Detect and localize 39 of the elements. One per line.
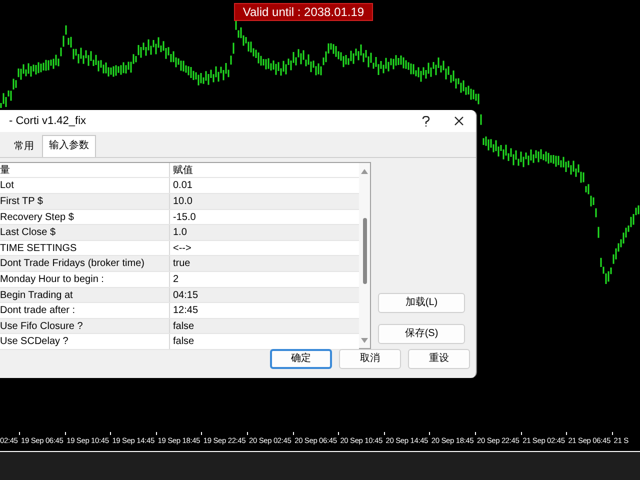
column-header: 量: [0, 162, 170, 178]
table-cell-text: 0.01: [172, 179, 194, 193]
table-cell-text: <-->: [172, 242, 192, 256]
dialog-button[interactable]: 重设: [408, 348, 470, 369]
table-cell-text: 10.0: [172, 194, 194, 209]
column-header: 赋值: [172, 164, 194, 178]
dialog-button[interactable]: 取消: [339, 348, 401, 369]
table-cell-text: false: [172, 320, 196, 334]
tab[interactable]: 常用: [8, 136, 40, 157]
close-icon[interactable]: [454, 116, 464, 126]
table-cell: First TP $: [0, 194, 170, 209]
scroll-thumb[interactable]: [362, 218, 366, 284]
side-button[interactable]: 保存(S): [378, 324, 465, 344]
table-cell: Recovery Step $: [0, 210, 170, 224]
table-cell-text: -15.0: [172, 210, 197, 224]
table-cell: Use Fifo Closure ?: [0, 318, 170, 334]
table-cell-text: 04:15: [172, 288, 200, 302]
table-cell: Dont trade after :: [0, 303, 170, 318]
table-cell-text: true: [172, 257, 192, 271]
validity-badge: Valid until : 2038.01.19: [234, 3, 373, 21]
table-cell: Use SCDelay ?: [0, 334, 170, 349]
dialog-button[interactable]: 确定: [270, 348, 332, 369]
tab[interactable]: 输入参数: [42, 134, 96, 157]
window-title: - Corti v1.42_fix: [8, 114, 88, 129]
table-cell: TIME SETTINGS: [0, 240, 170, 256]
table-cell: Lot: [0, 178, 170, 193]
side-button[interactable]: 加载(L): [378, 292, 465, 313]
scroll-down-icon[interactable]: [361, 338, 368, 343]
table-cell-text: 1.0: [172, 226, 188, 240]
table-cell: Monday Hour to begin :: [0, 272, 170, 287]
scroll-up-icon[interactable]: [361, 168, 368, 174]
table-cell-text: 12:45: [172, 304, 200, 318]
table-cell: Begin Trading at: [0, 288, 170, 302]
help-icon[interactable]: [422, 116, 430, 127]
scrollbar[interactable]: [359, 162, 370, 348]
table-cell-text: 2: [172, 272, 180, 287]
table-cell: Dont Trade Fridays (broker time): [0, 256, 170, 271]
table-cell: Last Close $: [0, 225, 170, 240]
table-cell-text: false: [172, 335, 196, 349]
